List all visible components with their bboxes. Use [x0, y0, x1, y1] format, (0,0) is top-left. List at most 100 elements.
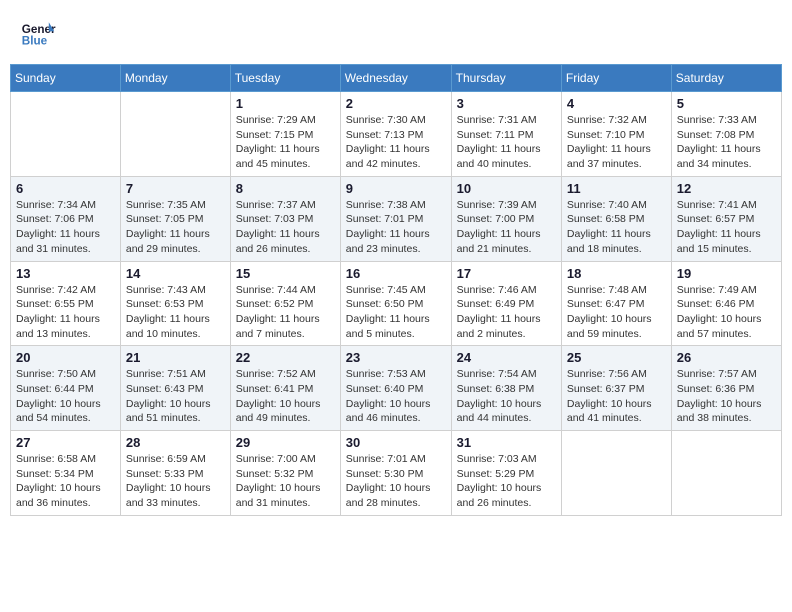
weekday-header: Friday: [561, 65, 671, 92]
day-info: Sunrise: 7:35 AMSunset: 7:05 PMDaylight:…: [126, 198, 225, 257]
calendar-table: SundayMondayTuesdayWednesdayThursdayFrid…: [10, 64, 782, 516]
calendar-week-row: 27 Sunrise: 6:58 AMSunset: 5:34 PMDayligh…: [11, 431, 782, 516]
day-number: 16: [346, 266, 446, 281]
day-number: 24: [457, 350, 556, 365]
day-info: Sunrise: 7:01 AMSunset: 5:30 PMDaylight:…: [346, 452, 446, 511]
calendar-cell: 1 Sunrise: 7:29 AMSunset: 7:15 PMDaylight…: [230, 92, 340, 177]
calendar-cell: 22 Sunrise: 7:52 AMSunset: 6:41 PMDayligh…: [230, 346, 340, 431]
calendar-cell: 2 Sunrise: 7:30 AMSunset: 7:13 PMDaylight…: [340, 92, 451, 177]
day-info: Sunrise: 7:39 AMSunset: 7:00 PMDaylight:…: [457, 198, 556, 257]
day-info: Sunrise: 7:57 AMSunset: 6:36 PMDaylight:…: [677, 367, 776, 426]
calendar-week-row: 6 Sunrise: 7:34 AMSunset: 7:06 PMDaylight…: [11, 176, 782, 261]
calendar-cell: 9 Sunrise: 7:38 AMSunset: 7:01 PMDaylight…: [340, 176, 451, 261]
day-number: 30: [346, 435, 446, 450]
day-info: Sunrise: 7:43 AMSunset: 6:53 PMDaylight:…: [126, 283, 225, 342]
page-header: General Blue: [10, 10, 782, 56]
day-info: Sunrise: 7:41 AMSunset: 6:57 PMDaylight:…: [677, 198, 776, 257]
weekday-header: Monday: [120, 65, 230, 92]
calendar-cell: 27 Sunrise: 6:58 AMSunset: 5:34 PMDayligh…: [11, 431, 121, 516]
calendar-week-row: 20 Sunrise: 7:50 AMSunset: 6:44 PMDayligh…: [11, 346, 782, 431]
day-number: 8: [236, 181, 335, 196]
weekday-header: Thursday: [451, 65, 561, 92]
day-info: Sunrise: 7:00 AMSunset: 5:32 PMDaylight:…: [236, 452, 335, 511]
calendar-cell: 31Sunrise: 7:03 AMSunset: 5:29 PMDayligh…: [451, 431, 561, 516]
day-info: Sunrise: 7:03 AMSunset: 5:29 PMDaylight:…: [457, 452, 556, 511]
logo-icon: General Blue: [20, 15, 56, 51]
day-number: 23: [346, 350, 446, 365]
calendar-cell: [561, 431, 671, 516]
calendar-cell: 7 Sunrise: 7:35 AMSunset: 7:05 PMDaylight…: [120, 176, 230, 261]
day-number: 6: [16, 181, 115, 196]
calendar-week-row: 13Sunrise: 7:42 AMSunset: 6:55 PMDayligh…: [11, 261, 782, 346]
calendar-cell: 12 Sunrise: 7:41 AMSunset: 6:57 PMDayligh…: [671, 176, 781, 261]
day-number: 14: [126, 266, 225, 281]
day-number: 1: [236, 96, 335, 111]
calendar-cell: 11 Sunrise: 7:40 AMSunset: 6:58 PMDayligh…: [561, 176, 671, 261]
day-number: 21: [126, 350, 225, 365]
day-number: 7: [126, 181, 225, 196]
day-info: Sunrise: 7:50 AMSunset: 6:44 PMDaylight:…: [16, 367, 115, 426]
day-info: Sunrise: 7:51 AMSunset: 6:43 PMDaylight:…: [126, 367, 225, 426]
calendar-cell: 29Sunrise: 7:00 AMSunset: 5:32 PMDayligh…: [230, 431, 340, 516]
day-info: Sunrise: 6:58 AMSunset: 5:34 PMDaylight:…: [16, 452, 115, 511]
day-number: 3: [457, 96, 556, 111]
day-number: 11: [567, 181, 666, 196]
day-info: Sunrise: 7:31 AMSunset: 7:11 PMDaylight:…: [457, 113, 556, 172]
calendar-cell: 28 Sunrise: 6:59 AMSunset: 5:33 PMDayligh…: [120, 431, 230, 516]
calendar-header-row: SundayMondayTuesdayWednesdayThursdayFrid…: [11, 65, 782, 92]
day-number: 19: [677, 266, 776, 281]
calendar-cell: 13Sunrise: 7:42 AMSunset: 6:55 PMDayligh…: [11, 261, 121, 346]
weekday-header: Sunday: [11, 65, 121, 92]
day-info: Sunrise: 7:32 AMSunset: 7:10 PMDaylight:…: [567, 113, 666, 172]
calendar-cell: 25Sunrise: 7:56 AMSunset: 6:37 PMDayligh…: [561, 346, 671, 431]
day-info: Sunrise: 7:53 AMSunset: 6:40 PMDaylight:…: [346, 367, 446, 426]
day-number: 28: [126, 435, 225, 450]
day-info: Sunrise: 7:42 AMSunset: 6:55 PMDaylight:…: [16, 283, 115, 342]
day-info: Sunrise: 7:44 AMSunset: 6:52 PMDaylight:…: [236, 283, 335, 342]
day-info: Sunrise: 7:46 AMSunset: 6:49 PMDaylight:…: [457, 283, 556, 342]
day-number: 27: [16, 435, 115, 450]
day-info: Sunrise: 7:38 AMSunset: 7:01 PMDaylight:…: [346, 198, 446, 257]
day-number: 20: [16, 350, 115, 365]
day-info: Sunrise: 7:40 AMSunset: 6:58 PMDaylight:…: [567, 198, 666, 257]
calendar-cell: 18Sunrise: 7:48 AMSunset: 6:47 PMDayligh…: [561, 261, 671, 346]
day-number: 12: [677, 181, 776, 196]
weekday-header: Wednesday: [340, 65, 451, 92]
calendar-cell: 6 Sunrise: 7:34 AMSunset: 7:06 PMDaylight…: [11, 176, 121, 261]
day-info: Sunrise: 7:48 AMSunset: 6:47 PMDaylight:…: [567, 283, 666, 342]
calendar-cell: 19Sunrise: 7:49 AMSunset: 6:46 PMDayligh…: [671, 261, 781, 346]
calendar-cell: 20 Sunrise: 7:50 AMSunset: 6:44 PMDayligh…: [11, 346, 121, 431]
calendar-cell: 21 Sunrise: 7:51 AMSunset: 6:43 PMDayligh…: [120, 346, 230, 431]
day-info: Sunrise: 7:29 AMSunset: 7:15 PMDaylight:…: [236, 113, 335, 172]
calendar-cell: 17Sunrise: 7:46 AMSunset: 6:49 PMDayligh…: [451, 261, 561, 346]
calendar-cell: [120, 92, 230, 177]
day-number: 25: [567, 350, 666, 365]
calendar-cell: [671, 431, 781, 516]
day-info: Sunrise: 7:54 AMSunset: 6:38 PMDaylight:…: [457, 367, 556, 426]
weekday-header: Tuesday: [230, 65, 340, 92]
calendar-cell: 5 Sunrise: 7:33 AMSunset: 7:08 PMDaylight…: [671, 92, 781, 177]
day-number: 4: [567, 96, 666, 111]
calendar-cell: 3 Sunrise: 7:31 AMSunset: 7:11 PMDaylight…: [451, 92, 561, 177]
day-info: Sunrise: 7:33 AMSunset: 7:08 PMDaylight:…: [677, 113, 776, 172]
day-info: Sunrise: 7:52 AMSunset: 6:41 PMDaylight:…: [236, 367, 335, 426]
day-info: Sunrise: 7:30 AMSunset: 7:13 PMDaylight:…: [346, 113, 446, 172]
day-number: 5: [677, 96, 776, 111]
weekday-header: Saturday: [671, 65, 781, 92]
calendar-cell: 24 Sunrise: 7:54 AMSunset: 6:38 PMDayligh…: [451, 346, 561, 431]
day-number: 22: [236, 350, 335, 365]
day-info: Sunrise: 6:59 AMSunset: 5:33 PMDaylight:…: [126, 452, 225, 511]
day-number: 2: [346, 96, 446, 111]
day-number: 26: [677, 350, 776, 365]
day-info: Sunrise: 7:45 AMSunset: 6:50 PMDaylight:…: [346, 283, 446, 342]
calendar-cell: 16 Sunrise: 7:45 AMSunset: 6:50 PMDayligh…: [340, 261, 451, 346]
calendar-cell: [11, 92, 121, 177]
day-info: Sunrise: 7:34 AMSunset: 7:06 PMDaylight:…: [16, 198, 115, 257]
calendar-cell: 30 Sunrise: 7:01 AMSunset: 5:30 PMDayligh…: [340, 431, 451, 516]
day-number: 9: [346, 181, 446, 196]
day-info: Sunrise: 7:37 AMSunset: 7:03 PMDaylight:…: [236, 198, 335, 257]
svg-text:Blue: Blue: [22, 35, 48, 48]
calendar-cell: 4 Sunrise: 7:32 AMSunset: 7:10 PMDaylight…: [561, 92, 671, 177]
calendar-cell: 26 Sunrise: 7:57 AMSunset: 6:36 PMDayligh…: [671, 346, 781, 431]
calendar-cell: 14 Sunrise: 7:43 AMSunset: 6:53 PMDayligh…: [120, 261, 230, 346]
